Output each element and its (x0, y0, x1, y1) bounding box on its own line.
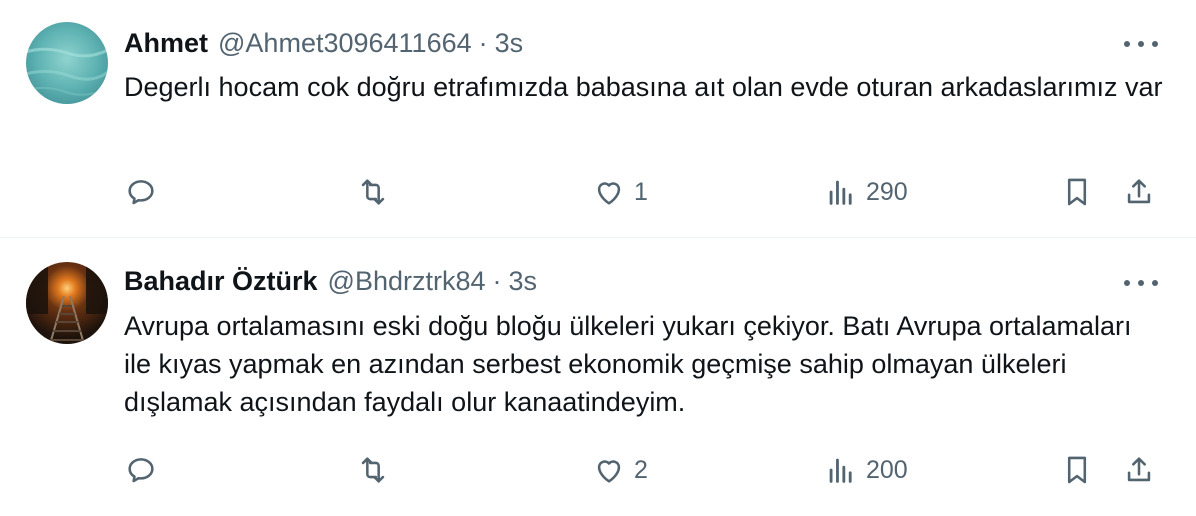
tweet[interactable]: Bahadır Öztürk @Bhdrztrk84 · 3s Avrupa o… (0, 0, 1196, 516)
like-count: 2 (634, 455, 648, 484)
bookmark-button[interactable] (1060, 448, 1094, 492)
bookmark-icon (1067, 456, 1087, 484)
separator: · (492, 265, 502, 296)
avatar-image (26, 262, 108, 344)
views-button[interactable]: 200 (824, 448, 908, 492)
reply-button[interactable] (124, 448, 158, 492)
share-button[interactable] (1122, 448, 1156, 492)
more-icon[interactable] (1124, 271, 1158, 295)
views-icon (829, 458, 852, 483)
author-handle[interactable]: @Bhdrztrk84 (328, 266, 486, 297)
tweet-header: Bahadır Öztürk @Bhdrztrk84 · 3s (124, 264, 537, 298)
retweet-button[interactable] (356, 448, 390, 492)
like-icon (597, 460, 621, 483)
avatar[interactable] (26, 262, 108, 344)
like-button[interactable]: 2 (592, 448, 648, 492)
retweet-icon (361, 457, 385, 483)
timestamp[interactable]: 3s (509, 266, 538, 297)
tweet-text: Avrupa ortalamasını eski doğu bloğu ülke… (124, 311, 1132, 417)
reply-icon (128, 458, 154, 483)
author-name[interactable]: Bahadır Öztürk (124, 266, 318, 297)
tweet-actions: 2 200 (124, 448, 1164, 492)
share-icon (1127, 457, 1151, 482)
view-count: 200 (866, 455, 908, 484)
